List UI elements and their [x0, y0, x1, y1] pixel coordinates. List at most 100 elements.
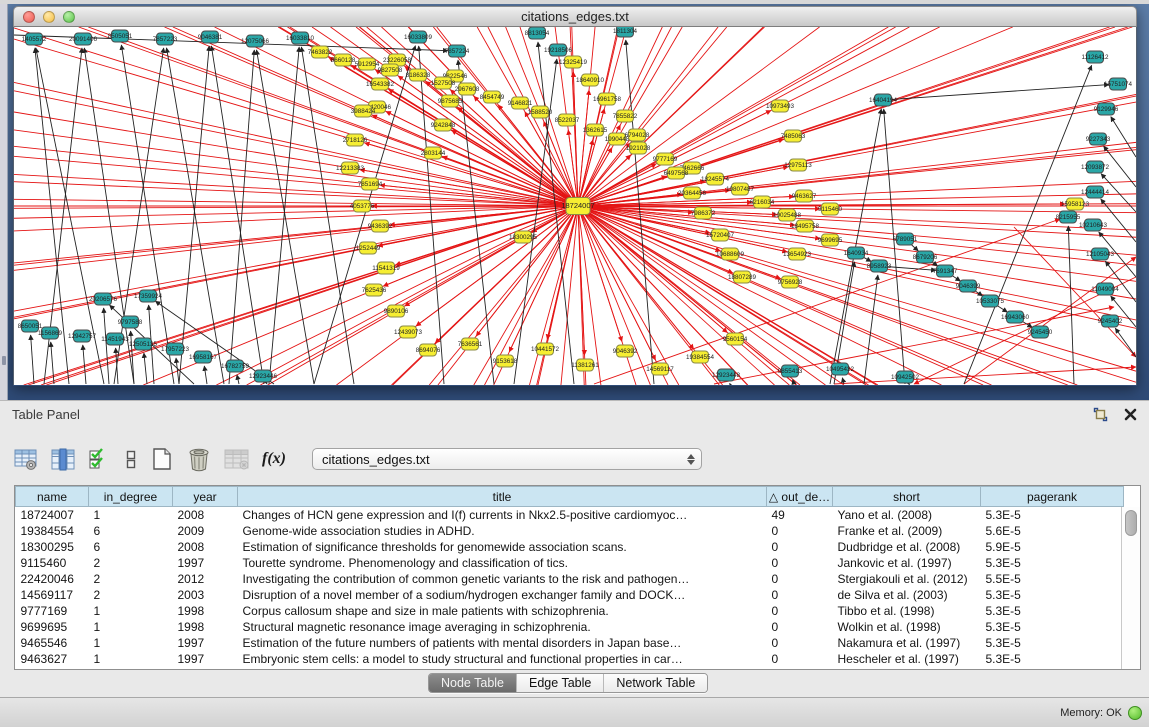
close-window-button[interactable] [23, 11, 35, 23]
table-row[interactable]: 1938455462009Genome-wide association stu… [16, 523, 1124, 539]
cell-name: 9463627 [16, 651, 89, 667]
column-header-year[interactable]: year [173, 487, 238, 507]
graph-node-label: 11126412 [1081, 54, 1109, 61]
table-row[interactable]: 1456911722003Disruption of a novel membe… [16, 587, 1124, 603]
side-panel-grip[interactable] [2, 356, 6, 365]
cell-year: 1997 [173, 651, 238, 667]
function-builder-icon[interactable]: f(x) [262, 450, 286, 468]
table-row[interactable]: 1872400712008Changes of HCN gene express… [16, 507, 1124, 523]
status-bar: Memory: OK [0, 697, 1149, 727]
graph-node-label: 12439073 [394, 329, 423, 336]
graph-node-label: 9463627 [792, 193, 817, 200]
graph-edge [419, 46, 444, 384]
table-row[interactable]: 1830029562008Estimation of significance … [16, 539, 1124, 555]
graph-edge [578, 206, 727, 333]
graph-node-label: 7625436 [362, 287, 387, 294]
cell-year: 1997 [173, 635, 238, 651]
graph-node-label: 9046399 [956, 283, 981, 290]
row-checks-icon[interactable] [88, 448, 112, 471]
graph-edge [360, 170, 578, 206]
table-row[interactable]: 946554611997Estimation of the future num… [16, 635, 1124, 651]
graph-edge [83, 345, 86, 384]
graph-node-label: 12975113 [784, 162, 812, 169]
graph-node-label: 14569117 [646, 366, 674, 373]
graph-edge [131, 331, 134, 384]
tab-node-table[interactable]: Node Table [429, 674, 516, 692]
collapsed-side-panel[interactable] [0, 4, 8, 400]
column-header-short[interactable]: short [833, 487, 981, 507]
graph-node-label: 8186328 [406, 72, 431, 79]
column-header-out_degree[interactable]: △ out_de… [767, 487, 833, 507]
column-header-name[interactable]: name [16, 487, 89, 507]
zoom-window-button[interactable] [63, 11, 75, 23]
cell-title: Tourette syndrome. Phenomenology and cla… [238, 555, 767, 571]
close-icon[interactable] [1124, 408, 1137, 421]
table-row[interactable]: 911546021997Tourette syndrome. Phenomeno… [16, 555, 1124, 571]
tab-edge-table[interactable]: Edge Table [516, 674, 603, 692]
graph-node-label: 18640910 [576, 77, 605, 84]
cell-short: Tibbo et al. (1998) [833, 603, 981, 619]
graph-node-label: 12325419 [559, 59, 588, 66]
cell-in_degree: 1 [89, 619, 173, 635]
table-panel-title: Table Panel [12, 407, 80, 422]
table-selector[interactable]: citations_edges.txt [312, 448, 702, 470]
graph-edge [998, 306, 1008, 312]
graph-node-label: 12505135 [129, 341, 158, 348]
cell-name: 9699695 [16, 619, 89, 635]
graph-node-label: 11049004 [1091, 286, 1119, 293]
cell-pagerank: 5.3E-5 [981, 507, 1124, 523]
graph-node-label: 9797588 [118, 319, 143, 326]
scrollbar-thumb[interactable] [1125, 510, 1137, 536]
table-settings-icon[interactable] [14, 448, 39, 471]
stacked-squares-icon[interactable] [124, 448, 138, 471]
column-header-pagerank[interactable]: pagerank [981, 487, 1124, 507]
graph-node-label: 1588520 [528, 109, 553, 116]
trash-icon[interactable] [186, 447, 212, 472]
graph-node-label: 9046381 [198, 34, 223, 41]
cell-name: 9777169 [16, 603, 89, 619]
cell-name: 18300295 [16, 539, 89, 555]
new-document-icon[interactable] [150, 447, 174, 471]
table-row[interactable]: 969969511998Structural magnetic resonanc… [16, 619, 1124, 635]
graph-edge [1115, 328, 1136, 357]
graph-edge [888, 267, 936, 271]
cell-name: 14569117 [16, 587, 89, 603]
graph-node-label: 9146821 [508, 100, 533, 107]
graph-node-label: 1362615 [583, 127, 608, 134]
cell-short: Wolkin et al. (1998) [833, 619, 981, 635]
graph-node-label: 16943060 [1001, 314, 1030, 321]
network-canvas[interactable]: 1872400774638228660128591295423226058982… [14, 27, 1136, 385]
network-window-titlebar[interactable]: citations_edges.txt [13, 6, 1137, 27]
graph-node-label: 9855413 [778, 368, 803, 375]
graph-node-label: 16543382 [366, 81, 395, 88]
table-disabled-icon [224, 448, 250, 471]
graph-node-label: 8522037 [555, 117, 580, 124]
column-edit-icon[interactable] [51, 448, 76, 471]
vertical-scrollbar[interactable] [1121, 507, 1140, 669]
graph-edge [204, 366, 207, 384]
graph-node-label: 8650051 [18, 323, 43, 330]
column-header-title[interactable]: title [238, 487, 767, 507]
float-window-icon[interactable] [1093, 407, 1109, 422]
table-row[interactable]: 977716911998Corpus callosum shape and si… [16, 603, 1124, 619]
graph-node-label: 16033810 [286, 35, 315, 42]
graph-node-label: 10210643 [1079, 222, 1108, 229]
graph-node-label: 9245450 [1028, 329, 1053, 336]
graph-node-label: 9245402 [1098, 318, 1123, 325]
graph-node-label: 15751074 [1104, 81, 1133, 88]
table-row[interactable]: 946362711997Embryonic stem cells: a mode… [16, 651, 1124, 667]
tab-network-table[interactable]: Network Table [603, 674, 707, 692]
memory-status-label: Memory: OK [1060, 707, 1122, 719]
cell-out_degree: 49 [767, 507, 833, 523]
minimize-window-button[interactable] [43, 11, 55, 23]
column-header-in_degree[interactable]: in_degree [89, 487, 173, 507]
graph-node-label: 10807487 [726, 186, 755, 193]
graph-node-label: 8958923 [867, 263, 892, 270]
table-panel-header: Table Panel [0, 401, 1149, 428]
graph-edge [892, 85, 1109, 100]
graph-node-label: 16782759 [221, 363, 250, 370]
memory-status-dot[interactable] [1128, 706, 1142, 720]
network-view[interactable]: 1872400774638228660128591295423226058982… [13, 27, 1137, 385]
table-row[interactable]: 2242004622012Investigating the contribut… [16, 571, 1124, 587]
graph-node-label: 9699695 [818, 237, 843, 244]
